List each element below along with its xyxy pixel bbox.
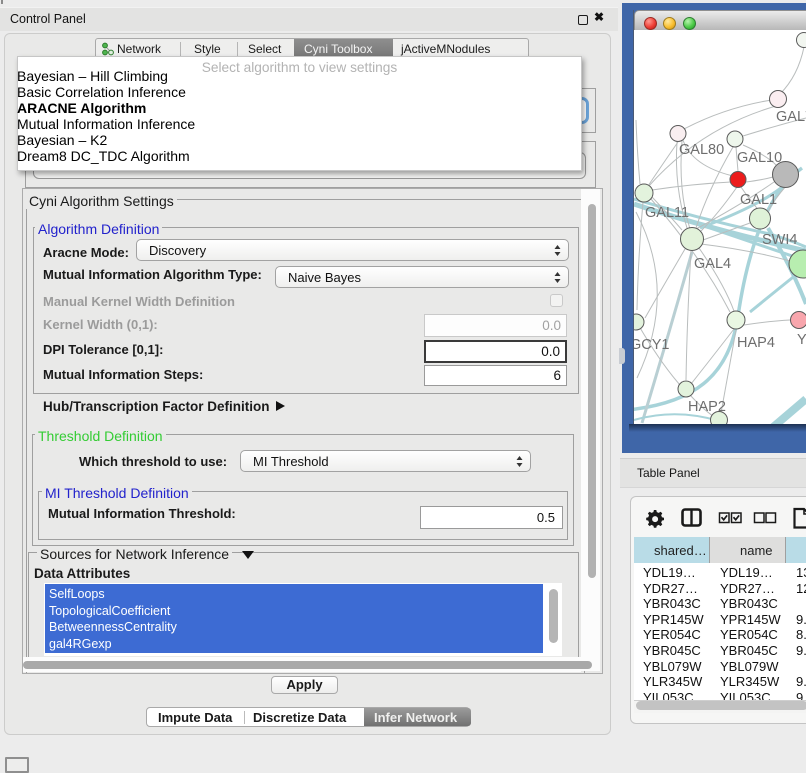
svg-text:SWI4: SWI4 xyxy=(762,232,797,248)
svg-text:GAL80: GAL80 xyxy=(679,142,724,158)
svg-text:HAP2: HAP2 xyxy=(688,399,726,415)
svg-text:GAL4: GAL4 xyxy=(694,256,731,272)
svg-text:GAL7: GAL7 xyxy=(776,109,806,125)
svg-text:GAL10: GAL10 xyxy=(737,150,782,166)
svg-text:Y: Y xyxy=(797,332,806,348)
svg-text:HAP4: HAP4 xyxy=(737,335,775,351)
svg-text:GAL1: GAL1 xyxy=(740,192,777,208)
svg-text:GAL11: GAL11 xyxy=(645,205,689,221)
svg-text:GCY1: GCY1 xyxy=(634,337,670,353)
